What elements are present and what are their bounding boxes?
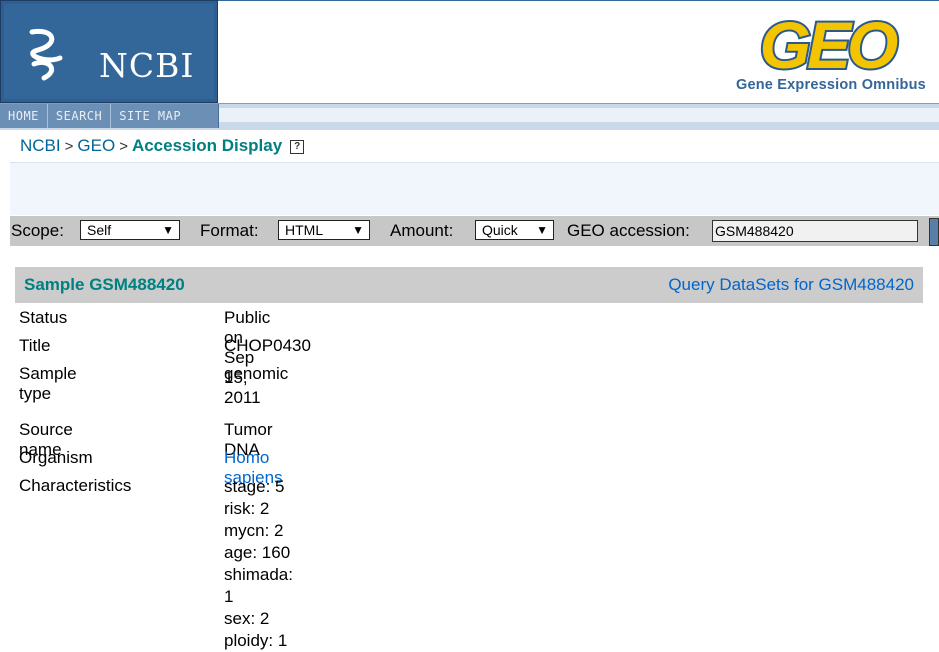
info-panel <box>10 162 939 215</box>
nav-band <box>218 108 939 122</box>
characteristic-item: ploidy: 1 <box>224 631 288 650</box>
dna-helix-icon <box>29 28 63 81</box>
sample-title: Sample GSM488420 <box>24 275 185 294</box>
title-label: Title <box>19 336 51 355</box>
dropdown-arrow-icon: ▼ <box>352 223 364 237</box>
status-value: Public on Sep 15, 2011 <box>224 308 271 407</box>
nav-site-map-link[interactable]: SITE MAP <box>111 104 189 128</box>
header-top-line <box>218 0 939 1</box>
characteristic-item: mycn: 2 <box>224 521 284 540</box>
organism-label: Organism <box>19 448 93 467</box>
format-select[interactable]: HTML ▼ <box>278 220 370 240</box>
breadcrumb-geo-link[interactable]: GEO <box>77 136 115 155</box>
sample-type-value: genomic <box>224 364 289 383</box>
ncbi-logo-text: NCBI <box>99 46 195 85</box>
breadcrumb-separator: > <box>119 138 128 155</box>
scope-select[interactable]: Self ▼ <box>80 220 180 240</box>
format-select-value: HTML <box>285 222 324 238</box>
breadcrumb-ncbi-link[interactable]: NCBI <box>20 136 61 155</box>
dropdown-arrow-icon: ▼ <box>162 223 174 237</box>
sample-type-label: Sample type <box>19 364 77 403</box>
go-button[interactable] <box>929 218 939 246</box>
amount-select-value: Quick <box>482 222 518 238</box>
sample-header: Sample GSM488420 Query DataSets for GSM4… <box>15 267 923 303</box>
title-value: CHOP0430 <box>224 336 311 355</box>
amount-select[interactable]: Quick ▼ <box>475 220 554 240</box>
scope-select-value: Self <box>87 222 112 238</box>
query-datasets-link[interactable]: Query DataSets for GSM488420 <box>668 275 914 295</box>
query-bar: Scope: Self ▼ Format: HTML ▼ Amount: Qui… <box>10 216 939 246</box>
characteristics-list: stage: 5 risk: 2 mycn: 2 age: 160 shimad… <box>224 476 293 652</box>
dropdown-arrow-icon: ▼ <box>536 223 548 237</box>
characteristic-item: sex: 2 <box>224 609 270 628</box>
characteristics-label: Characteristics <box>19 476 132 495</box>
status-label: Status <box>19 308 68 327</box>
scope-label: Scope: <box>11 221 64 240</box>
amount-label: Amount: <box>390 221 454 240</box>
top-nav: HOME SEARCH SITE MAP <box>0 104 219 128</box>
characteristic-item: risk: 2 <box>224 499 270 518</box>
ncbi-logo[interactable]: NCBI <box>0 0 218 103</box>
geo-logo-text: GEO <box>760 10 898 82</box>
geo-tagline: Gene Expression Omnibus <box>736 77 926 93</box>
geo-accession-input[interactable]: GSM488420 <box>712 220 918 242</box>
characteristic-item: shimada: 1 <box>224 565 293 606</box>
format-label: Format: <box>200 221 259 240</box>
nav-search-link[interactable]: SEARCH <box>48 104 112 128</box>
breadcrumb: NCBI > GEO > Accession Display? <box>20 136 305 156</box>
breadcrumb-current: Accession Display <box>131 136 283 155</box>
help-icon[interactable]: ? <box>290 140 305 154</box>
characteristic-item: age: 160 <box>224 543 291 562</box>
geo-accession-label: GEO accession: <box>567 221 690 240</box>
breadcrumb-separator: > <box>64 138 74 155</box>
characteristic-item: stage: 5 <box>224 477 285 496</box>
nav-home-link[interactable]: HOME <box>0 104 48 128</box>
